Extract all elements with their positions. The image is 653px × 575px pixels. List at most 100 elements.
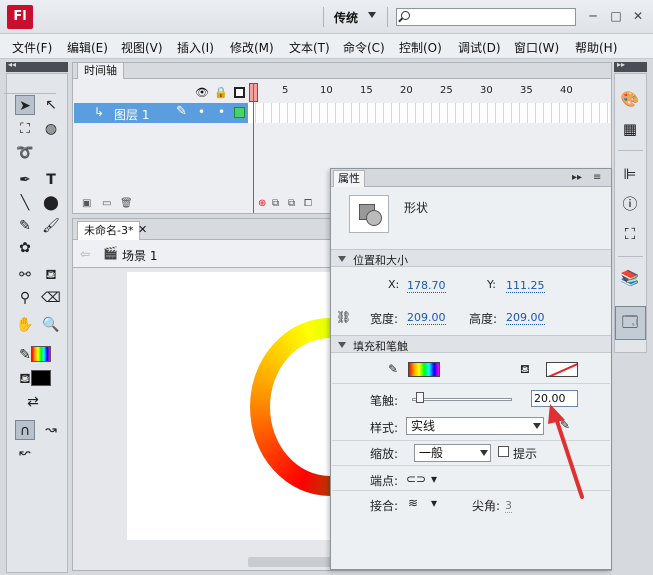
search-input[interactable] (396, 8, 576, 26)
back-arrow-icon[interactable]: ⇦ (80, 247, 90, 261)
horizontal-scrollbar[interactable] (248, 557, 338, 567)
lasso-tool-icon[interactable]: ➰ (15, 143, 35, 163)
y-value[interactable]: 111.25 (506, 279, 545, 293)
color-panel-icon[interactable]: 🎨 (620, 89, 640, 109)
new-layer-icon[interactable]: ▣ (82, 198, 91, 209)
eyedropper-tool-icon[interactable]: ⚲ (15, 288, 35, 308)
hint-checkbox[interactable] (498, 446, 509, 457)
fill-color-swatch[interactable] (31, 370, 51, 386)
delete-icon[interactable]: 🗑 (120, 198, 133, 209)
chevron-down-icon[interactable]: ▾ (431, 496, 437, 510)
lock-icon[interactable]: 🔒 (214, 86, 228, 99)
edit-frames-icon[interactable]: ⧠ (304, 198, 312, 209)
layer-row[interactable]: ↳ 图层 1 ✎ • • (74, 103, 248, 123)
swap-colors-icon[interactable]: ⇄ (23, 392, 43, 412)
eraser-tool-icon[interactable]: ⌫ (41, 288, 61, 308)
menu-help[interactable]: 帮助(H) (575, 39, 617, 56)
minimize-button[interactable]: ─ (585, 8, 601, 24)
style-select[interactable]: 实线 (406, 417, 544, 435)
zoom-tool-icon[interactable]: 🔍 (41, 315, 61, 335)
library-panel-icon[interactable]: 📚 (620, 268, 640, 288)
stroke-width-input[interactable]: 20.00 (531, 390, 578, 407)
info-panel-icon[interactable]: ⓘ (620, 194, 640, 214)
menu-commands[interactable]: 命令(C) (343, 39, 385, 56)
maximize-button[interactable]: □ (608, 8, 624, 24)
chevron-down-icon[interactable] (368, 12, 376, 18)
menu-text[interactable]: 文本(T) (289, 39, 330, 56)
dot-icon[interactable]: • (198, 105, 205, 119)
section-fill-stroke[interactable]: 填充和笔触 (331, 335, 611, 353)
menu-view[interactable]: 视图(V) (121, 39, 163, 56)
brush-tool-icon[interactable]: 🖌 (41, 216, 61, 236)
center-frame-icon[interactable]: ⊕ (258, 198, 266, 209)
collapse-icon[interactable]: ◂◂ (8, 60, 16, 69)
layer-color-icon[interactable] (234, 107, 245, 118)
menu-insert[interactable]: 插入(I) (177, 39, 214, 56)
tab-properties[interactable]: 属性 (333, 170, 365, 187)
dot-icon[interactable]: • (218, 105, 225, 119)
chevron-down-icon[interactable]: ▾ (431, 472, 437, 486)
cap-style-icon[interactable]: ⊂⊃ (406, 472, 426, 486)
selection-tool-icon[interactable]: ➤ (15, 95, 35, 115)
menu-window[interactable]: 窗口(W) (514, 39, 559, 56)
snap-to-objects-icon[interactable]: ∩ (15, 420, 35, 440)
onion-outline-icon[interactable]: ⧉ (288, 198, 295, 209)
width-value[interactable]: 209.00 (407, 311, 446, 325)
onion-skin-icon[interactable]: ⧉ (272, 198, 279, 209)
chevron-down-icon[interactable] (338, 342, 346, 348)
height-value[interactable]: 209.00 (506, 311, 545, 325)
swatches-panel-icon[interactable]: ▦ (620, 119, 640, 139)
transform-panel-icon[interactable]: ⛶ (620, 224, 640, 244)
workspace-switcher[interactable]: 传统 (334, 9, 358, 26)
x-value[interactable]: 178.70 (407, 279, 446, 293)
pen-tool-icon[interactable]: ✒ (15, 170, 35, 190)
menu-modify[interactable]: 修改(M) (230, 39, 274, 56)
paint-bucket-icon[interactable]: ⛾ (41, 265, 61, 285)
tools-panel-header[interactable]: ◂◂ (6, 60, 68, 72)
edit-stroke-style-icon[interactable]: ✎ (560, 418, 570, 432)
layer-name[interactable]: 图层 1 (114, 106, 149, 123)
pencil-icon[interactable]: ✎ (176, 104, 187, 119)
eye-icon[interactable]: 👁 (195, 86, 209, 99)
new-folder-icon[interactable]: ▭ (102, 198, 111, 209)
link-icon[interactable]: ⛓ (336, 310, 351, 324)
panel-menu-icon[interactable]: ≡ (593, 172, 601, 183)
menu-debug[interactable]: 调试(D) (458, 39, 501, 56)
menu-file[interactable]: 文件(F) (12, 39, 52, 56)
stroke-slider-thumb[interactable] (416, 392, 424, 403)
frame-strip[interactable] (248, 103, 610, 123)
hand-tool-icon[interactable]: ✋ (15, 315, 35, 335)
tab-document[interactable]: 未命名-3* (77, 221, 141, 241)
pencil-tool-icon[interactable]: ✎ (15, 216, 35, 236)
stroke-slider[interactable] (412, 398, 512, 401)
straighten-icon[interactable]: ↜ (15, 443, 35, 463)
outline-icon[interactable] (234, 87, 245, 98)
fill-color-swatch[interactable] (546, 362, 578, 377)
expand-icon[interactable]: ▸▸ (617, 60, 625, 69)
stroke-color-swatch[interactable] (408, 362, 440, 377)
stroke-color-swatch[interactable] (31, 346, 51, 362)
join-style-icon[interactable]: ≋ (408, 496, 418, 510)
3d-rotation-tool-icon[interactable]: ◍ (41, 119, 61, 139)
section-position-size[interactable]: 位置和大小 (331, 249, 611, 267)
free-transform-tool-icon[interactable]: ⛶ (15, 119, 35, 139)
chevron-down-icon[interactable] (533, 423, 541, 429)
dock-header[interactable]: ▸▸ (614, 60, 647, 72)
chevron-down-icon[interactable] (338, 256, 346, 262)
chevron-down-icon[interactable] (480, 450, 488, 456)
line-tool-icon[interactable]: ╲ (15, 193, 35, 213)
panel-collapse-icon[interactable]: ▸▸ (572, 172, 582, 183)
scene-label[interactable]: 场景 1 (122, 247, 157, 264)
deco-tool-icon[interactable]: ✿ (15, 238, 35, 258)
miter-value[interactable]: 3 (505, 499, 512, 513)
oval-tool-icon[interactable]: ⬤ (41, 193, 61, 213)
text-tool-icon[interactable]: T (41, 170, 61, 190)
smooth-icon[interactable]: ↝ (41, 420, 61, 440)
scale-select[interactable]: 一般 (414, 444, 491, 462)
bone-tool-icon[interactable]: ⚯ (15, 265, 35, 285)
menu-control[interactable]: 控制(O) (399, 39, 442, 56)
close-button[interactable]: ✕ (630, 8, 646, 24)
properties-panel-icon[interactable]: 🗔 (620, 312, 640, 332)
align-panel-icon[interactable]: ⊫ (620, 164, 640, 184)
tab-timeline[interactable]: 时间轴 (77, 62, 124, 79)
